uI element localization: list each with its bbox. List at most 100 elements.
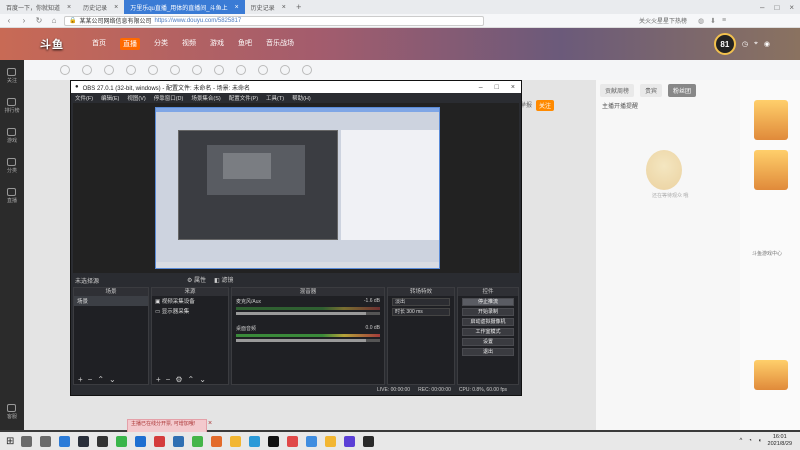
chat-icon[interactable] [116,435,128,447]
start-recording-button[interactable]: 开始录制 [462,308,514,316]
move-up-icon[interactable]: ⌃ [188,375,195,384]
notification-toast[interactable]: 主播已在线分开票, 可增加哦! [127,419,207,433]
close-icon[interactable]: × [114,4,118,11]
category-icon[interactable] [60,65,70,75]
remove-icon[interactable]: − [166,375,171,384]
tab-history[interactable]: 历史记录 × [77,0,124,14]
remove-icon[interactable]: − [88,375,93,384]
app-icon[interactable] [287,435,299,447]
store-icon[interactable] [135,435,147,447]
game-promo-thumb[interactable] [754,360,788,390]
category-icon[interactable] [258,65,268,75]
game-center-label[interactable]: 斗鱼游戏中心 [752,250,782,257]
browser-icon[interactable] [59,435,71,447]
tab-history-2[interactable]: 历史记录 × [245,0,292,14]
site-logo[interactable]: 斗鱼 [40,36,64,52]
location-icon[interactable]: ⌖ [754,40,758,48]
download-icon[interactable]: ⬇ [710,17,716,25]
studio-mode-button[interactable]: 工作室模式 [462,328,514,336]
add-icon[interactable]: + [78,375,83,384]
game-promo-thumb[interactable] [754,100,788,140]
category-icon[interactable] [302,65,312,75]
minimize-icon[interactable]: – [760,3,764,12]
tab-baidu[interactable]: 百度一下，你就知道 × [0,0,77,14]
menu-tools[interactable]: 工具(T) [266,94,284,102]
menu-edit[interactable]: 编辑(E) [101,94,119,102]
category-icon[interactable] [148,65,158,75]
address-bar[interactable]: 🔒 某某公司网络信息有限公司 https://www.douyu.com/582… [64,15,484,26]
tab-fans[interactable]: 粉丝团 [668,84,697,97]
game-promo-thumb[interactable] [754,150,788,190]
tab-contribution[interactable]: 贡献周榜 [600,84,635,97]
extension-icon[interactable]: ◍ [698,17,704,25]
move-down-icon[interactable]: ⌄ [109,375,116,384]
source-item[interactable]: ▣ 视频采集设备 [152,296,228,306]
follow-button[interactable]: 关注 [536,100,555,111]
menu-scene-collection[interactable]: 场景集合(S) [191,94,220,102]
category-icon[interactable] [82,65,92,75]
category-icon[interactable] [126,65,136,75]
level-badge[interactable]: 81 [713,33,736,55]
history-icon[interactable]: ◷ [742,40,748,48]
volume-icon[interactable]: ◖ [758,438,762,444]
exit-button[interactable]: 退出 [462,348,514,356]
close-icon[interactable]: × [282,4,286,11]
back-icon[interactable]: ‹ [4,16,14,25]
nav-item-home[interactable]: 首页 [92,38,106,50]
obs-canvas[interactable] [155,107,440,269]
start-icon[interactable]: ⊞ [6,436,14,447]
stop-streaming-button[interactable]: 停止推流 [462,298,514,306]
virtual-camera-button[interactable]: 启动虚拟摄像机 [462,318,514,326]
nav-item-category[interactable]: 分类 [154,38,168,50]
close-window-icon[interactable]: × [789,3,794,12]
menu-docks[interactable]: 停靠窗口(D) [154,94,184,102]
chevron-up-icon[interactable]: ^ [739,438,742,444]
photo-icon[interactable] [211,435,223,447]
category-icon[interactable] [280,65,290,75]
search-icon[interactable] [21,435,33,447]
mail-icon[interactable] [173,435,185,447]
app4-icon[interactable] [344,435,356,447]
obs-preview[interactable] [73,103,519,273]
volume-slider[interactable] [236,312,380,315]
sidebar-item-rank[interactable]: 排行榜 [4,98,20,114]
close-icon[interactable]: × [511,84,515,91]
settings-button[interactable]: 设置 [462,338,514,346]
refresh-icon[interactable]: ↻ [34,16,44,25]
obs-icon[interactable] [97,435,109,447]
source-item[interactable]: ▭ 显示器采集 [152,306,228,316]
task-view-icon[interactable] [40,435,52,447]
move-up-icon[interactable]: ⌃ [97,375,104,384]
sidebar-item-category[interactable]: 分类 [7,158,17,174]
nav-item-video[interactable]: 视频 [182,38,196,50]
wechat-icon[interactable] [192,435,204,447]
nav-item-game[interactable]: 游戏 [210,38,224,50]
nav-item-music[interactable]: 音乐战场 [266,38,294,50]
new-tab-button[interactable]: + [292,2,306,12]
close-icon[interactable]: × [67,4,71,11]
menu-view[interactable]: 视图(V) [127,94,145,102]
category-icon[interactable] [192,65,202,75]
sidebar-item-service[interactable]: 客服 [7,404,17,420]
category-icon[interactable] [236,65,246,75]
menu-help[interactable]: 帮助(H) [292,94,311,102]
game-icon[interactable] [154,435,166,447]
properties-button[interactable]: ⚙ 属性 [187,275,206,284]
gear-icon[interactable]: ⚙ [175,375,182,384]
app3-icon[interactable] [325,435,337,447]
network-icon[interactable]: ◔ [748,438,752,444]
transition-select[interactable]: 淡出 [392,298,450,306]
minimize-icon[interactable]: – [479,84,483,91]
category-icon[interactable] [104,65,114,75]
home-icon[interactable]: ⌂ [49,16,59,25]
volume-slider[interactable] [236,339,380,342]
filters-button[interactable]: ◧ 滤镜 [214,275,233,284]
qq-icon[interactable] [268,435,280,447]
music-icon[interactable] [249,435,261,447]
duration-field[interactable]: 时长 300 ms [392,308,450,316]
forward-icon[interactable]: › [19,16,29,25]
sidebar-item-follow[interactable]: 关注 [7,68,17,84]
close-icon[interactable]: × [208,420,212,427]
category-icon[interactable] [170,65,180,75]
news-ticker[interactable]: 关火火星星下热榜 [639,16,687,25]
